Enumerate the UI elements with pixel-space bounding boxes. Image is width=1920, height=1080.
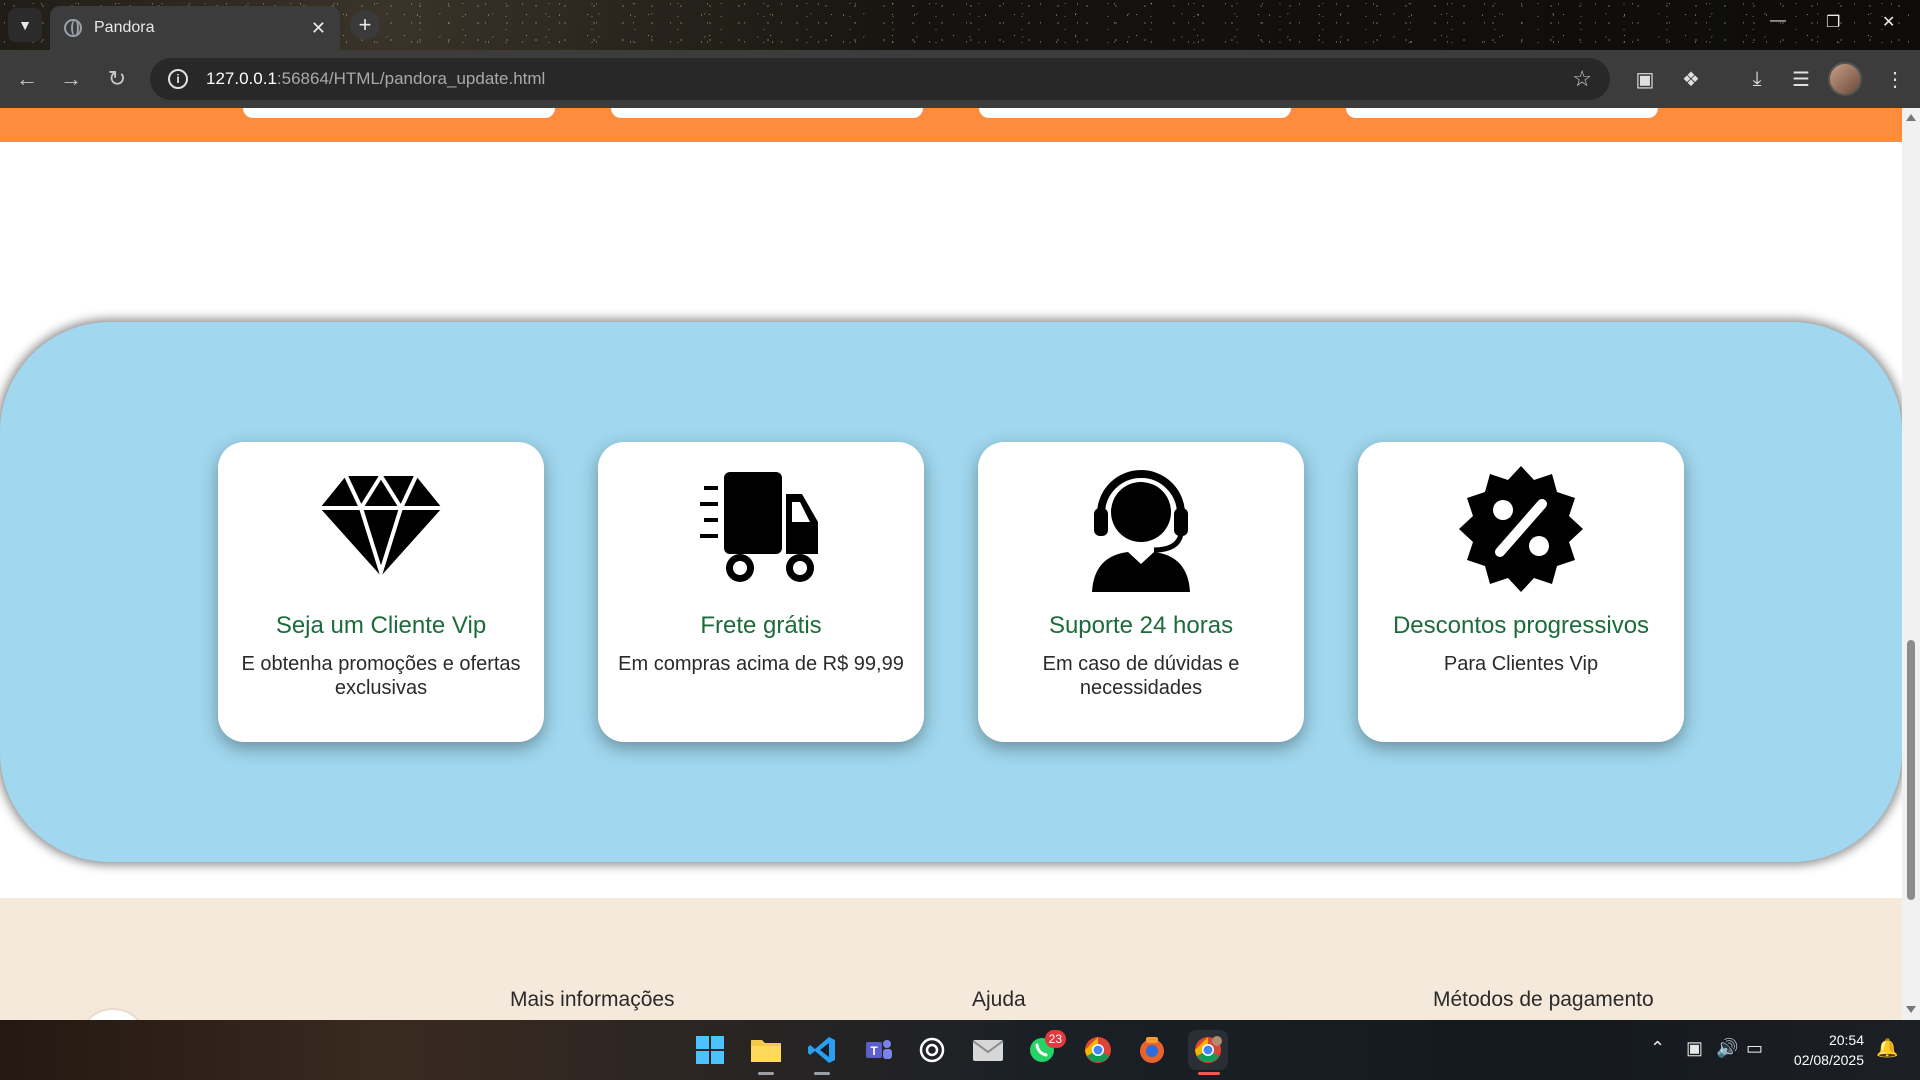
bookmark-star-icon[interactable]: ☆	[1572, 66, 1592, 92]
teams-icon[interactable]: T	[858, 1030, 898, 1070]
active-indicator	[758, 1072, 774, 1075]
restore-window-icon[interactable]: ❐	[1826, 12, 1840, 32]
windows-start-icon[interactable]	[690, 1030, 730, 1070]
benefit-card-vip: Seja um Cliente Vip E obtenha promoções …	[218, 442, 544, 742]
page-viewport: Seja um Cliente Vip E obtenha promoções …	[0, 108, 1902, 1020]
benefit-description: Para Clientes Vip	[1443, 653, 1599, 675]
vscode-icon[interactable]	[802, 1030, 842, 1070]
diamond-icon	[316, 464, 446, 594]
close-tab-icon[interactable]: ✕	[311, 18, 326, 39]
chevron-down-icon: ▼	[18, 17, 32, 33]
product-card-bottom	[1346, 108, 1658, 118]
profile-avatar[interactable]	[1828, 62, 1862, 96]
browser-toolbar: ← → ↻ i 127.0.0.1:56864/HTML/pandora_upd…	[0, 50, 1920, 108]
product-card-bottom	[611, 108, 923, 118]
benefit-card-shipping: Frete grátis Em compras acima de R$ 99,9…	[598, 442, 924, 742]
globe-icon	[64, 19, 82, 37]
site-footer: Mais informações Ajuda Métodos de pagame…	[0, 898, 1902, 1020]
url-path: :56864/HTML/pandora_update.html	[276, 69, 546, 88]
chrome-icon[interactable]	[1078, 1030, 1118, 1070]
chevron-up-icon[interactable]: ⌃	[1650, 1038, 1665, 1059]
footer-heading-help: Ajuda	[972, 988, 1026, 1011]
site-info-icon[interactable]: i	[168, 69, 188, 89]
benefits-section: Seja um Cliente Vip E obtenha promoções …	[0, 322, 1902, 862]
app-launcher-icon[interactable]	[1132, 1030, 1172, 1070]
product-card-bottom	[979, 108, 1291, 118]
plus-icon: +	[358, 12, 372, 37]
url-host: 127.0.0.1	[206, 69, 277, 88]
reload-icon[interactable]: ↻	[102, 64, 132, 94]
footer-heading-more-info: Mais informações	[510, 988, 675, 1011]
product-card-bottom	[243, 108, 555, 118]
benefit-card-support: Suporte 24 horas Em caso de dúvidas e ne…	[978, 442, 1304, 742]
windows-taskbar: T 23 ⌃ ▣ 🔊 ▭ 20:54 02/08/2025 🔔	[0, 1020, 1920, 1080]
minimize-window-icon[interactable]: —	[1770, 12, 1786, 30]
network-icon[interactable]: ▣	[1686, 1038, 1703, 1059]
benefit-title: Descontos progressivos	[1392, 612, 1650, 639]
chatgpt-icon[interactable]	[912, 1030, 952, 1070]
clock-time: 20:54	[1828, 1032, 1864, 1048]
tab-search-button[interactable]: ▼	[8, 8, 42, 42]
benefit-title: Seja um Cliente Vip	[275, 612, 487, 639]
vertical-scrollbar[interactable]	[1902, 108, 1920, 1020]
benefit-card-discounts: Descontos progressivos Para Clientes Vip	[1358, 442, 1684, 742]
forward-arrow-icon[interactable]: →	[56, 64, 86, 94]
scrollbar-thumb[interactable]	[1907, 640, 1915, 900]
footer-logo	[78, 1008, 148, 1020]
file-explorer-icon[interactable]	[746, 1030, 786, 1070]
active-indicator	[1198, 1072, 1220, 1075]
media-control-icon[interactable]: ☰	[1786, 64, 1816, 94]
battery-icon[interactable]: ▭	[1746, 1038, 1763, 1059]
download-icon[interactable]: ⤓	[1742, 64, 1772, 94]
benefit-title: Frete grátis	[700, 612, 822, 639]
delivery-truck-icon	[696, 464, 826, 594]
system-clock[interactable]: 20:54 02/08/2025	[1784, 1030, 1864, 1070]
discount-badge-icon	[1456, 464, 1586, 594]
benefit-title: Suporte 24 horas	[1048, 612, 1234, 639]
notification-bell-icon[interactable]: 🔔	[1876, 1038, 1898, 1059]
active-indicator	[814, 1072, 830, 1075]
benefit-description: Em caso de dúvidas e necessidades	[1042, 653, 1240, 699]
benefit-description: Em compras acima de R$ 99,99	[618, 653, 904, 675]
scroll-up-icon[interactable]	[1906, 114, 1916, 121]
back-arrow-icon[interactable]: ←	[12, 64, 42, 94]
footer-heading-payment: Métodos de pagamento	[1433, 988, 1654, 1011]
address-bar[interactable]: i 127.0.0.1:56864/HTML/pandora_update.ht…	[150, 58, 1610, 100]
tab-title: Pandora	[94, 19, 155, 36]
scroll-down-icon[interactable]	[1906, 1006, 1916, 1013]
mail-icon[interactable]	[968, 1030, 1008, 1070]
new-tab-button[interactable]: +	[350, 10, 380, 40]
browser-tab-active[interactable]: Pandora ✕	[50, 6, 340, 50]
close-window-icon[interactable]: ✕	[1882, 12, 1895, 32]
svg-text:T: T	[870, 1044, 878, 1058]
more-menu-icon[interactable]: ⋮	[1880, 64, 1910, 94]
extensions-puzzle-icon[interactable]: ❖	[1676, 64, 1706, 94]
notification-badge: 23	[1044, 1030, 1066, 1048]
orange-product-band	[0, 108, 1902, 142]
browser-tab-strip: ▼ Pandora ✕ + — ❐ ✕	[0, 0, 1920, 50]
chrome-profile-icon[interactable]	[1188, 1030, 1228, 1070]
incognito-glasses-icon[interactable]: ▣	[1630, 64, 1660, 94]
benefit-description: E obtenha promoções e ofertas exclusivas	[241, 653, 521, 699]
whatsapp-icon[interactable]: 23	[1022, 1030, 1066, 1070]
volume-icon[interactable]: 🔊	[1716, 1038, 1738, 1059]
headset-support-icon	[1076, 464, 1206, 594]
clock-date: 02/08/2025	[1793, 1052, 1864, 1068]
